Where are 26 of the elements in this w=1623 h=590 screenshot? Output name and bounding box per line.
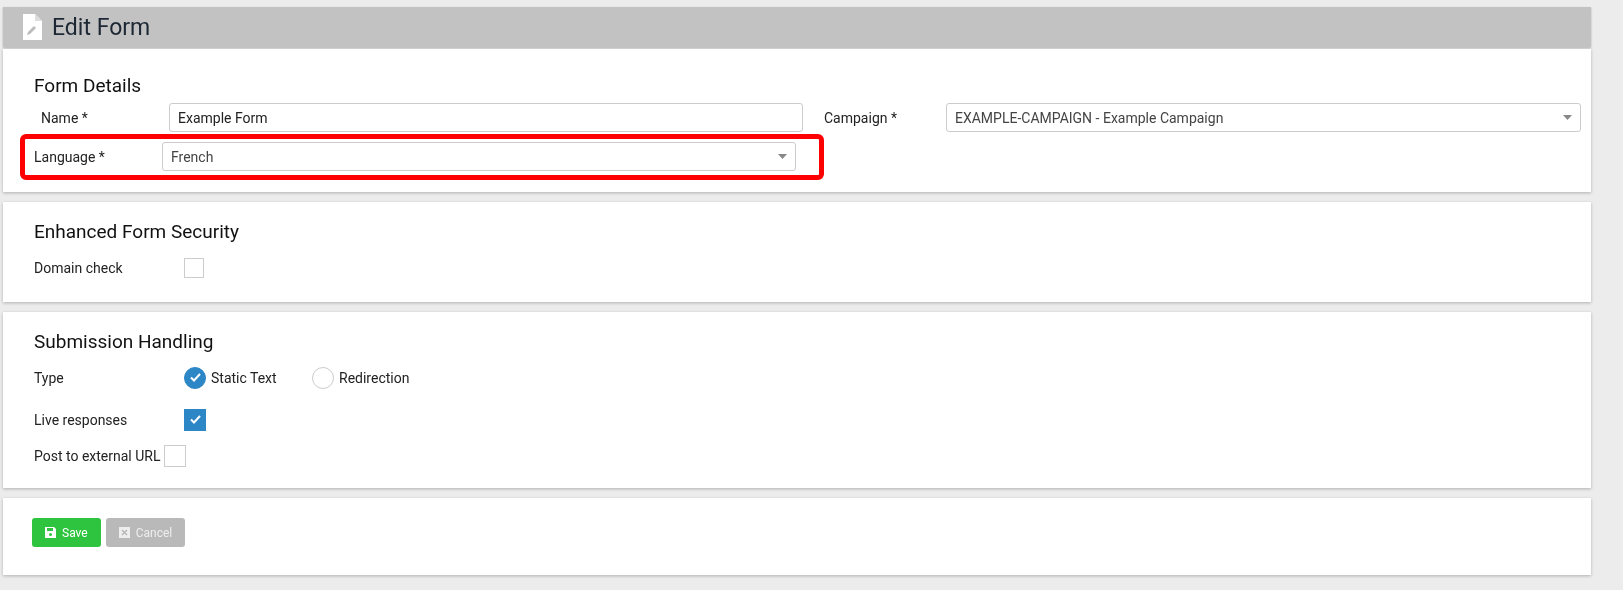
dropdown-caret-icon	[778, 154, 787, 159]
field-label: Type	[34, 369, 65, 386]
radio-label: Static Text	[211, 369, 277, 386]
section-title: Enhanced Form Security	[34, 220, 241, 243]
field-label: Post to external URL	[34, 447, 162, 464]
field-label: Live responses	[34, 411, 129, 428]
field-label: Name *	[40, 109, 89, 126]
close-icon	[118, 527, 130, 538]
checkbox[interactable]	[184, 408, 206, 431]
checkbox[interactable]	[164, 444, 186, 467]
checkbox[interactable]	[184, 257, 204, 278]
field-label: Campaign *	[823, 109, 898, 126]
dropdown-caret-icon	[1563, 115, 1572, 120]
field-label: Language *	[34, 148, 106, 165]
checkmark-icon	[189, 373, 201, 382]
checkmark-icon	[189, 415, 201, 424]
radio-label: Redirection	[339, 369, 410, 386]
text-field[interactable]: Example Form	[169, 103, 803, 132]
page-title: Edit Form	[52, 13, 151, 41]
section-title: Submission Handling	[34, 330, 215, 353]
document-pencil-icon	[23, 14, 42, 40]
select-field[interactable]: EXAMPLE-CAMPAIGN - Example Campaign	[946, 103, 1581, 132]
radio-button[interactable]	[184, 366, 206, 389]
section-title: Form Details	[34, 74, 143, 97]
field-label: Domain check	[34, 259, 124, 276]
select-field[interactable]: French	[162, 142, 796, 171]
